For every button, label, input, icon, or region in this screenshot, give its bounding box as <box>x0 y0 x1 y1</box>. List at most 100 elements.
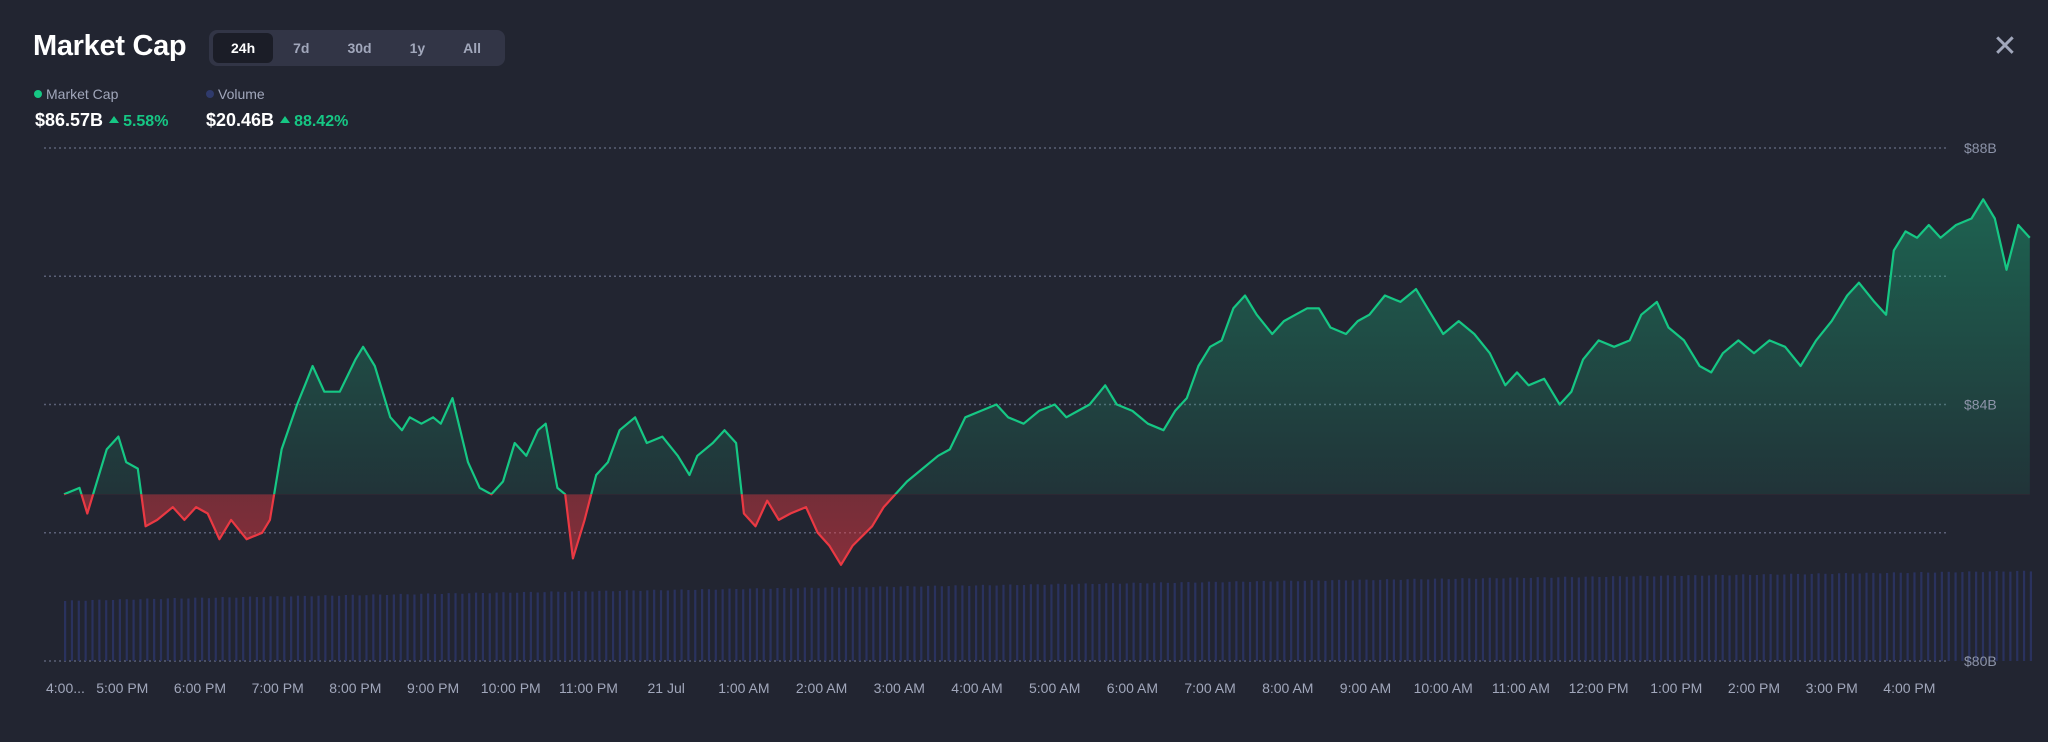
volume-bar <box>194 597 197 661</box>
volume-bar <box>427 593 430 661</box>
volume-bar <box>1194 582 1197 661</box>
volume-bar <box>2016 570 2019 661</box>
volume-bar <box>1831 574 1834 661</box>
volume-bar <box>1310 580 1313 661</box>
volume-bar <box>235 597 238 661</box>
volume-bar <box>570 591 574 661</box>
volume-bar <box>742 589 745 661</box>
volume-bar <box>1468 578 1471 661</box>
volume-bar <box>1433 578 1437 661</box>
y-tick-label: $88B <box>1964 140 1997 156</box>
volume-bar <box>372 594 375 661</box>
volume-bar <box>1790 573 1793 661</box>
volume-bar <box>221 597 224 661</box>
volume-bar <box>399 593 402 661</box>
volume-bar <box>803 587 806 661</box>
volume-bar <box>1844 573 1848 661</box>
volume-bar <box>1173 582 1176 661</box>
volume-bar <box>1022 585 1026 661</box>
volume-bar <box>1666 575 1669 661</box>
volume-bar <box>1611 576 1615 661</box>
volume-bar <box>105 600 108 661</box>
volume-bar <box>1961 572 1964 661</box>
volume-bar <box>1529 577 1532 661</box>
volume-bar <box>1858 573 1861 661</box>
volume-bar <box>536 592 539 661</box>
volume-bar <box>1248 581 1252 661</box>
x-tick-label: 5:00 AM <box>1029 680 1080 696</box>
volume-bar <box>1392 579 1396 661</box>
volume-bar <box>796 588 800 661</box>
volume-bar <box>790 588 793 661</box>
volume-bar <box>687 590 690 661</box>
volume-bar <box>91 599 94 661</box>
volume-bar <box>947 586 950 661</box>
volume-bar <box>1413 578 1416 661</box>
volume-bar <box>159 599 163 661</box>
volume-bar <box>1543 577 1546 661</box>
volume-bar <box>1290 580 1293 661</box>
volume-bars <box>64 570 2033 661</box>
volume-bar <box>1036 584 1039 661</box>
volume-bar <box>1077 583 1080 661</box>
volume-bar <box>1461 578 1464 661</box>
volume-bar <box>365 595 368 661</box>
volume-bar <box>1084 583 1087 661</box>
volume-bar <box>1385 579 1389 661</box>
volume-bar <box>1166 582 1169 661</box>
volume-bar <box>673 589 676 661</box>
volume-bar <box>783 587 786 661</box>
volume-bar <box>1111 583 1115 661</box>
volume-bar <box>1317 580 1320 661</box>
volume-bar <box>2029 571 2033 661</box>
volume-bar <box>1379 579 1382 661</box>
volume-bar <box>344 595 348 661</box>
x-tick-label: 9:00 AM <box>1340 680 1391 696</box>
volume-bar <box>735 589 738 661</box>
market-cap-chart: $88B $84B $80B 4:00... 5:00 PM 6:00 PM 7:00 PM… <box>44 140 2033 696</box>
volume-bar <box>337 595 341 661</box>
x-tick-label: 2:00 AM <box>796 680 847 696</box>
volume-bar <box>1570 577 1574 661</box>
volume-bar <box>1440 578 1443 661</box>
volume-bar <box>509 592 512 661</box>
volume-bar <box>1776 574 1779 661</box>
volume-bar <box>1968 571 1971 661</box>
x-tick-label: 3:00 PM <box>1806 680 1858 696</box>
volume-bar <box>406 594 409 661</box>
volume-bar <box>1050 584 1053 661</box>
volume-bar <box>207 598 211 661</box>
x-tick-label: 1:00 AM <box>718 680 769 696</box>
volume-bar <box>1885 572 1889 661</box>
x-tick-label: 8:00 PM <box>329 680 381 696</box>
volume-bar <box>639 590 642 661</box>
volume-bar <box>516 592 519 661</box>
volume-bar <box>1454 578 1457 661</box>
volume-bar <box>296 595 300 661</box>
volume-bar <box>851 586 854 661</box>
volume-bar <box>242 597 245 661</box>
volume-bar <box>1516 577 1519 661</box>
volume-bar <box>269 596 272 661</box>
volume-bar <box>84 600 87 661</box>
volume-bar <box>522 591 526 661</box>
x-tick-label: 10:00 PM <box>481 680 541 696</box>
volume-bar <box>1728 575 1731 661</box>
volume-bar <box>1824 573 1827 661</box>
volume-bar <box>1618 576 1622 661</box>
volume-bar <box>358 595 361 661</box>
volume-bar <box>1879 573 1882 661</box>
volume-bar <box>1064 584 1067 661</box>
volume-bar <box>1338 579 1341 661</box>
x-tick-label: 7:00 PM <box>252 680 304 696</box>
volume-bar <box>1351 580 1354 661</box>
volume-bar <box>502 592 505 661</box>
volume-bar <box>1372 580 1375 661</box>
volume-bar <box>331 595 334 661</box>
volume-bar <box>913 586 916 661</box>
volume-bar <box>755 588 759 661</box>
volume-bar <box>1707 575 1711 661</box>
volume-bar <box>1796 573 1800 661</box>
volume-bar <box>1344 580 1348 661</box>
volume-bar <box>1605 576 1608 661</box>
